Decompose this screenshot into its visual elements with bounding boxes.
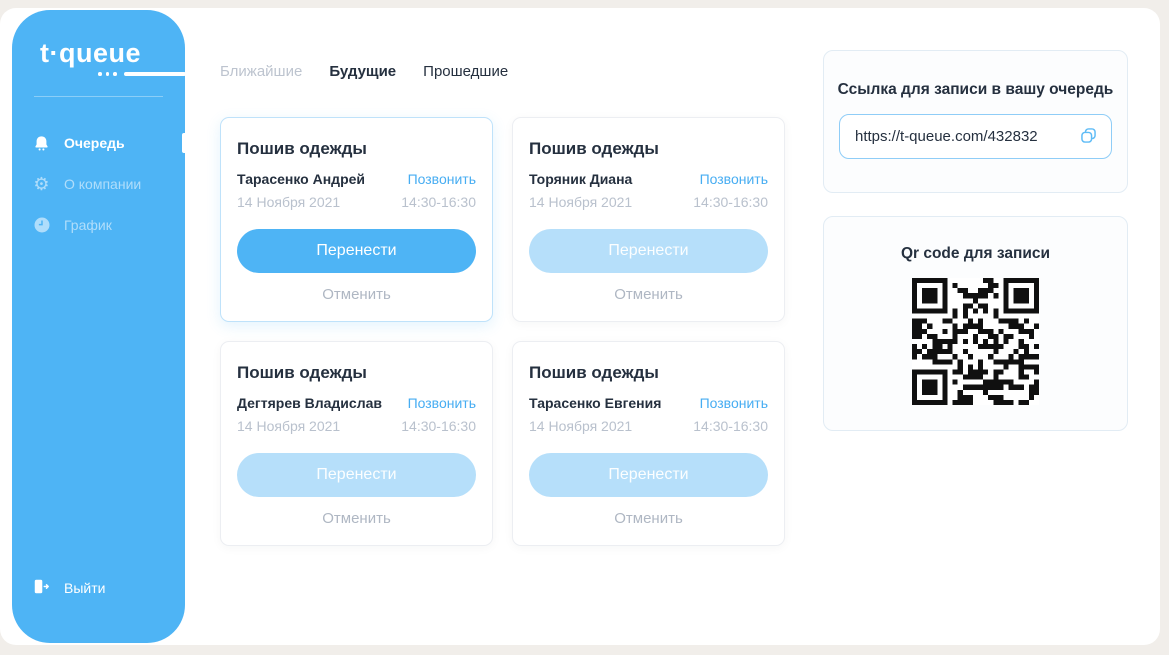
call-link[interactable]: Позвонить (408, 395, 476, 411)
sidebar: t·queue Очередь ⚙ О компании График Выйт… (12, 10, 186, 643)
logo-underline-decoration (98, 72, 186, 76)
service-title: Пошив одежды (237, 363, 367, 382)
call-link[interactable]: Позвонить (700, 171, 768, 187)
cancel-link[interactable]: Отменить (237, 510, 476, 527)
logout-button[interactable]: Выйти (32, 577, 105, 599)
tab-future[interactable]: Будущие (329, 63, 396, 80)
appointment-time: 14:30-16:30 (401, 418, 476, 434)
sidebar-item-label: График (64, 217, 112, 233)
logo-text: t·queue (40, 38, 141, 68)
reschedule-button[interactable]: Перенести (529, 229, 768, 273)
cancel-link[interactable]: Отменить (529, 286, 768, 303)
logo-line (123, 72, 186, 76)
logo-dots (98, 72, 117, 76)
sidebar-divider (34, 95, 163, 97)
active-indicator (182, 133, 185, 153)
appointments-tabs: Ближайшие Будущие Прошедшие (220, 63, 508, 80)
sidebar-item-schedule[interactable]: График (12, 205, 185, 246)
clock-icon (32, 216, 51, 235)
service-title: Пошив одежды (237, 139, 367, 158)
reschedule-button[interactable]: Перенести (529, 453, 768, 497)
appointment-date: 14 Ноября 2021 (529, 418, 633, 434)
qr-code-image (912, 278, 1039, 405)
gear-icon: ⚙ (33, 174, 50, 194)
appointment-time: 14:30-16:30 (693, 418, 768, 434)
reschedule-button[interactable]: Перенести (237, 453, 476, 497)
appointment-cards-grid: Пошив одежды Тарасенко Андрей Позвонить … (220, 117, 785, 546)
booking-link-input[interactable]: https://t-queue.com/432832 (839, 114, 1112, 159)
reschedule-button[interactable]: Перенести (237, 229, 476, 273)
copy-button[interactable] (1078, 125, 1099, 149)
appointment-card[interactable]: Пошив одежды Тарасенко Евгения Позвонить… (512, 341, 785, 546)
appointment-time: 14:30-16:30 (401, 194, 476, 210)
qr-panel-title: Qr code для записи (900, 245, 1051, 262)
logout-icon (32, 577, 51, 599)
appointment-card[interactable]: Пошив одежды Тарасенко Андрей Позвонить … (220, 117, 493, 322)
client-name: Тарасенко Андрей (237, 171, 366, 187)
tab-past[interactable]: Прошедшие (423, 63, 508, 80)
service-title: Пошив одежды (529, 139, 659, 158)
client-name: Торяник Диана (529, 171, 633, 187)
copy-icon (1078, 125, 1099, 149)
service-title: Пошив одежды (529, 363, 659, 382)
client-name: Дегтярев Владислав (237, 395, 382, 411)
app-window: t·queue Очередь ⚙ О компании График Выйт… (0, 8, 1160, 645)
appointment-card[interactable]: Пошив одежды Дегтярев Владислав Позвонит… (220, 341, 493, 546)
call-link[interactable]: Позвонить (408, 171, 476, 187)
logout-label: Выйти (64, 580, 106, 596)
appointment-date: 14 Ноября 2021 (237, 418, 341, 434)
sidebar-item-company[interactable]: ⚙ О компании (12, 164, 185, 205)
sidebar-item-label: О компании (64, 176, 142, 192)
client-name: Тарасенко Евгения (529, 395, 662, 411)
sidebar-item-label: Очередь (64, 135, 125, 151)
booking-link-title: Ссылка для записи в вашу очередь (837, 81, 1114, 98)
queue-bell-icon (32, 134, 51, 153)
logo: t·queue (12, 10, 186, 76)
sidebar-nav: Очередь ⚙ О компании График (12, 123, 185, 246)
tab-upcoming[interactable]: Ближайшие (220, 63, 302, 80)
right-column: Ссылка для записи в вашу очередь https:/… (823, 50, 1128, 431)
sidebar-item-queue[interactable]: Очередь (12, 123, 185, 164)
booking-url: https://t-queue.com/432832 (855, 128, 1038, 145)
booking-link-panel: Ссылка для записи в вашу очередь https:/… (823, 50, 1128, 193)
appointment-card[interactable]: Пошив одежды Торяник Диана Позвонить 14 … (512, 117, 785, 322)
cancel-link[interactable]: Отменить (237, 286, 476, 303)
cancel-link[interactable]: Отменить (529, 510, 768, 527)
qr-panel: Qr code для записи (823, 216, 1128, 431)
call-link[interactable]: Позвонить (700, 395, 768, 411)
appointment-date: 14 Ноября 2021 (237, 194, 341, 210)
appointment-date: 14 Ноября 2021 (529, 194, 633, 210)
appointment-time: 14:30-16:30 (693, 194, 768, 210)
